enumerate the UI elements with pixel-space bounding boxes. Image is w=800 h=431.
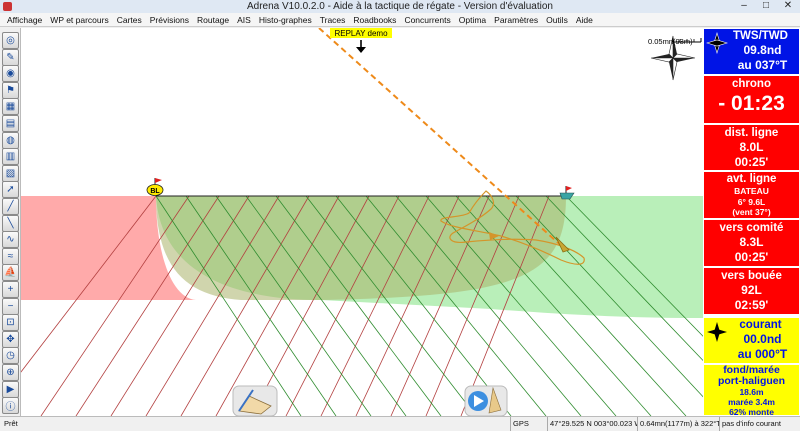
minimize-button[interactable]: – bbox=[733, 0, 755, 13]
dist-value: 8.0L bbox=[739, 140, 764, 154]
clock-icon[interactable]: ◷ bbox=[2, 347, 19, 365]
replay-icon[interactable]: ▶ bbox=[2, 380, 19, 398]
chrono-title: chrono bbox=[732, 78, 771, 90]
scale-label: 0.05mn(93m) bbox=[648, 37, 693, 46]
status-position: 47°29.525 N 003°00.023 W bbox=[547, 417, 637, 431]
regatta-map[interactable]: BL REPLAY demo 0.05mn(93m) bbox=[21, 28, 703, 416]
laylines2-icon[interactable]: ╲ bbox=[2, 214, 19, 232]
menu-parametres[interactable]: Paramètres bbox=[490, 13, 542, 26]
layline-icon[interactable]: ╱ bbox=[2, 198, 19, 215]
avt-title: avt. ligne bbox=[726, 173, 777, 185]
status-gps: GPS bbox=[510, 417, 546, 431]
wind-icon[interactable]: ≈ bbox=[2, 247, 19, 265]
bouee-value: 92L bbox=[741, 283, 762, 297]
menu-histo-graphes[interactable]: Histo-graphes bbox=[255, 13, 316, 26]
stats-icon[interactable]: ▥ bbox=[2, 148, 19, 166]
tracks-icon[interactable]: ∿ bbox=[2, 231, 19, 249]
status-bar: Prêt GPS 47°29.525 N 003°00.023 W 0.64mn… bbox=[0, 416, 800, 431]
menu-traces[interactable]: Traces bbox=[316, 13, 350, 26]
left-toolbar: ◎ ✎ ◉ ⚑ ▦ ▤ ◍ ▥ ▧ ➚ ╱ ╲ ∿ ≈ ⛵ + − ⊡ ✥ ◷ ⊕ ▶ ⓘ bbox=[0, 28, 21, 416]
bouee-time: 02:59' bbox=[734, 298, 769, 312]
table-icon[interactable]: ▤ bbox=[2, 115, 19, 132]
panel-fond-maree[interactable]: fond/marée port-haliguen 18.6m marée 3.4… bbox=[703, 364, 800, 417]
mark-icon[interactable]: ⚑ bbox=[2, 81, 19, 99]
panel-vers-bouee[interactable]: vers bouée 92L 02:59' bbox=[703, 267, 800, 315]
tws-direction: au 037°T bbox=[737, 58, 788, 72]
measure-icon[interactable]: ✎ bbox=[2, 48, 19, 66]
menu-affichage[interactable]: Affichage bbox=[3, 13, 46, 26]
maree-depth: 18.6m bbox=[739, 387, 764, 397]
comite-value: 8.3L bbox=[739, 235, 764, 249]
replay-arrow-icon bbox=[356, 40, 366, 53]
center-icon[interactable]: ⊕ bbox=[2, 364, 19, 381]
replay-control-button[interactable] bbox=[464, 385, 508, 416]
menu-concurrents[interactable]: Concurrents bbox=[400, 13, 454, 26]
pin-mark-label: BL bbox=[150, 188, 160, 195]
pin-mark: BL bbox=[146, 178, 164, 196]
avt-angle: 6° 9.6L bbox=[737, 196, 766, 207]
app-window: Adrena V10.0.2.0 - Aide à la tactique de… bbox=[0, 0, 800, 431]
pan-icon[interactable]: ✥ bbox=[2, 330, 19, 348]
status-distance: 0.64mn(1177m) à 322°T du B bbox=[637, 417, 719, 431]
avt-side: BATEAU bbox=[734, 186, 769, 196]
menu-roadbooks[interactable]: Roadbooks bbox=[349, 13, 400, 26]
panel-chrono[interactable]: chrono - 01:23 bbox=[703, 75, 800, 124]
panel-courant[interactable]: courant 00.0nd au 000°T bbox=[703, 317, 800, 364]
dist-title: dist. ligne bbox=[724, 127, 779, 139]
route-icon[interactable]: ➚ bbox=[2, 181, 19, 199]
menu-optima[interactable]: Optima bbox=[455, 13, 490, 26]
panel-avt-ligne[interactable]: avt. ligne BATEAU 6° 9.6L (vent 37°) bbox=[703, 171, 800, 219]
boat-icon[interactable]: ⛵ bbox=[2, 264, 19, 282]
menu-ais[interactable]: AIS bbox=[233, 13, 255, 26]
chrono-value: - 01:23 bbox=[718, 92, 785, 115]
polar-icon[interactable]: ◍ bbox=[2, 131, 19, 149]
maree-port: port-haliguen bbox=[717, 375, 786, 387]
menu-outils[interactable]: Outils bbox=[542, 13, 572, 26]
menu-wp-parcours[interactable]: WP et parcours bbox=[46, 13, 112, 26]
zoom-in-icon[interactable]: + bbox=[2, 281, 19, 298]
wind-arrow-icon bbox=[706, 32, 728, 54]
status-state: Prêt bbox=[4, 419, 18, 428]
graph-icon[interactable]: ▧ bbox=[2, 164, 19, 182]
dist-time: 00:25' bbox=[734, 155, 769, 169]
info-icon[interactable]: ⓘ bbox=[2, 397, 19, 415]
window-title: Adrena V10.0.2.0 - Aide à la tactique de… bbox=[246, 1, 553, 12]
menu-routage[interactable]: Routage bbox=[193, 13, 233, 26]
maree-height: marée 3.4m bbox=[728, 397, 775, 407]
panel-dist-ligne[interactable]: dist. ligne 8.0L 00:25' bbox=[703, 124, 800, 171]
title-bar: Adrena V10.0.2.0 - Aide à la tactique de… bbox=[0, 0, 800, 13]
menu-cartes[interactable]: Cartes bbox=[113, 13, 146, 26]
compass-icon[interactable]: ◉ bbox=[2, 65, 19, 83]
avt-wind: (vent 37°) bbox=[732, 207, 771, 217]
courant-direction: au 000°T bbox=[737, 347, 788, 361]
zoom-out-icon[interactable]: − bbox=[2, 297, 19, 315]
menu-aide[interactable]: Aide bbox=[572, 13, 597, 26]
zoom-fit-icon[interactable]: ⊡ bbox=[2, 314, 19, 332]
comite-time: 00:25' bbox=[734, 250, 769, 264]
comite-title: vers comité bbox=[719, 222, 784, 234]
map-canvas[interactable]: BL REPLAY demo 0.05mn(93m) bbox=[21, 28, 703, 416]
replay-label: REPLAY demo bbox=[334, 29, 388, 38]
chart-icon[interactable]: ▦ bbox=[2, 98, 19, 116]
close-button[interactable]: ✕ bbox=[777, 0, 799, 13]
menu-previsions[interactable]: Prévisions bbox=[146, 13, 193, 26]
maximize-button[interactable]: □ bbox=[755, 0, 777, 13]
info-sidebar: TWS/TWD 09.8nd au 037°T chrono - 01:23 d… bbox=[703, 28, 800, 417]
menu-bar: Affichage WP et parcours Cartes Prévisio… bbox=[0, 13, 800, 27]
status-current-info: pas d'info courant bbox=[719, 417, 799, 431]
start-line-tool-button[interactable] bbox=[232, 385, 278, 416]
panel-tws-twd[interactable]: TWS/TWD 09.8nd au 037°T bbox=[703, 28, 800, 75]
current-arrow-icon bbox=[707, 322, 727, 342]
bouee-title: vers bouée bbox=[721, 270, 782, 282]
lifebuoy-icon[interactable]: ◎ bbox=[2, 32, 19, 49]
panel-vers-comite[interactable]: vers comité 8.3L 00:25' bbox=[703, 219, 800, 267]
